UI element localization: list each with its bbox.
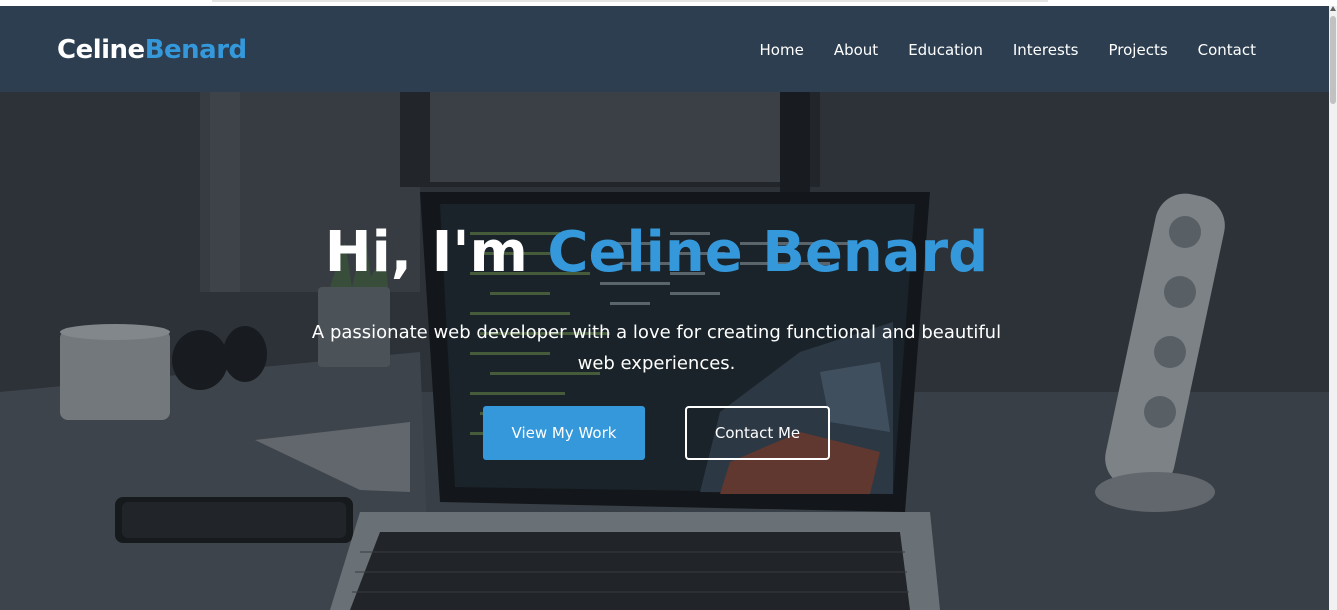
scrollbar-thumb[interactable] — [1330, 16, 1336, 104]
hero-subtitle: A passionate web developer with a love f… — [311, 322, 1002, 374]
site-logo[interactable]: CelineBenard — [57, 34, 247, 66]
logo-last-name: Benard — [144, 35, 247, 65]
contact-me-button[interactable]: Contact Me — [685, 406, 830, 460]
nav-link-interests[interactable]: Interests — [1013, 39, 1079, 61]
hero-title: Hi, I'm Celine Benard — [0, 220, 1313, 286]
navbar: CelineBenard Home About Education Intere… — [0, 6, 1329, 92]
scroll-up-arrow-icon[interactable] — [1330, 6, 1336, 11]
view-my-work-button[interactable]: View My Work — [483, 406, 645, 460]
nav-link-about[interactable]: About — [834, 39, 878, 61]
hero-name: Celine Benard — [547, 220, 989, 285]
hero-content: Hi, I'm Celine Benard A passionate web d… — [0, 92, 1329, 610]
nav-link-education[interactable]: Education — [908, 39, 983, 61]
nav-link-home[interactable]: Home — [760, 39, 804, 61]
nav-link-contact[interactable]: Contact — [1198, 39, 1256, 61]
hero-greeting: Hi, I'm — [324, 220, 548, 285]
nav-link-projects[interactable]: Projects — [1109, 39, 1168, 61]
logo-first-name: Celine — [57, 35, 145, 65]
nav-menu: Home About Education Interests Projects … — [760, 39, 1256, 61]
hero-section: Hi, I'm Celine Benard A passionate web d… — [0, 92, 1329, 610]
page-scrollbar[interactable] — [1329, 6, 1337, 610]
